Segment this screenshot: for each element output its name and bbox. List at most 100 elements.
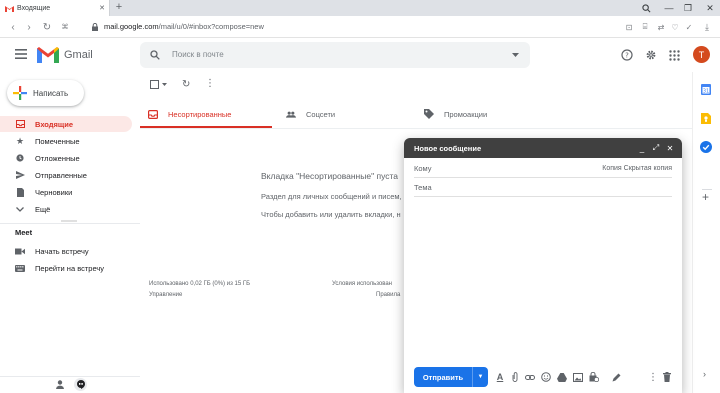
sidebar-item-snoozed[interactable]: Отложенные [0,150,132,166]
new-tab-button[interactable]: + [113,2,125,14]
tasks-icon[interactable] [700,141,712,153]
minimize-window-button[interactable]: — [659,0,679,16]
browser-tab-inbox[interactable]: Входящие ✕ [0,0,110,16]
meet-start-meeting[interactable]: Начать встречу [0,243,132,259]
subject-field[interactable]: Тема [414,179,672,197]
gmail-favicon-icon [4,3,14,13]
sidebar-item-inbox[interactable]: Входящие [0,116,132,132]
meet-item-label: Перейти на встречу [35,263,105,273]
tab-label: Несортированные [168,109,232,119]
sidebar-item-drafts[interactable]: Черновики [0,184,132,200]
gmail-logo-icon[interactable] [37,47,59,63]
apps-grid-icon[interactable] [669,50,680,61]
divider [0,223,140,224]
select-options-icon[interactable] [162,83,167,86]
search-icon[interactable] [150,50,160,60]
close-tab-icon[interactable]: ✕ [99,4,105,12]
divider [140,128,692,129]
reload-icon[interactable]: ↻ [40,20,54,34]
compose-button[interactable]: Написать [7,80,84,106]
search-input[interactable]: Поиск в почте [140,42,530,68]
sidebar-item-label: Отложенные [35,153,80,163]
manage-storage-link[interactable]: Управление [149,292,182,298]
send-button[interactable]: Отправить ▼ [414,367,488,387]
avatar-letter: Т [698,49,705,60]
main-menu-icon[interactable] [15,49,27,59]
search-options-icon[interactable] [512,53,519,57]
back-icon[interactable]: ‹ [6,20,20,34]
formatting-icon[interactable]: A [494,371,506,383]
cc-bcc-links[interactable]: Копия Скрытая копия [602,165,672,172]
tab-label: Соцсети [306,109,336,119]
help-icon[interactable]: ? [621,49,633,61]
calendar-icon[interactable]: 31 [701,84,711,96]
meet-join-meeting[interactable]: Перейти на встречу [0,260,132,276]
bookmark-icon[interactable]: ✓ [682,20,696,34]
avatar[interactable]: Т [693,46,710,63]
sidebar-item-sent[interactable]: Отправленные [0,167,132,183]
tab-label: Промоакции [444,109,488,119]
fullscreen-icon[interactable]: ⤢ [650,142,662,154]
emoji-icon[interactable] [540,371,552,383]
more-vertical-icon[interactable]: ⋮ [205,79,215,89]
sidebar-item-label: Ещё [35,204,51,214]
maximize-window-button[interactable]: ❐ [678,0,698,16]
sidebar-item-label: Помеченные [35,136,80,146]
person-icon[interactable] [56,380,64,389]
tab-primary[interactable]: Несортированные [140,100,272,128]
url-field[interactable]: mail.google.com/mail/u/0/#inbox?compose=… [104,22,264,31]
attach-icon[interactable] [509,371,521,383]
people-icon [286,109,296,119]
more-options-icon[interactable]: ⋮ [647,371,659,383]
refresh-icon[interactable]: ↻ [182,79,190,90]
send-icon [15,170,25,180]
to-field[interactable]: Кому Копия Скрытая копия [414,160,672,178]
send-button-label[interactable]: Отправить [414,367,472,387]
empty-state-text: Чтобы добавить или удалить вкладки, н [261,210,401,219]
close-icon[interactable]: ✕ [664,142,676,154]
translate-icon[interactable]: ⇄ [654,20,668,34]
tab-promotions[interactable]: Промоакции [416,100,546,128]
confidential-mode-icon[interactable] [588,371,600,383]
message-body[interactable] [414,200,672,360]
to-label: Кому [414,164,432,173]
keep-icon[interactable] [701,113,711,124]
forward-icon[interactable]: › [22,20,36,34]
link-icon[interactable] [524,371,536,383]
heart-icon[interactable]: ♡ [668,20,682,34]
search-tabs-icon[interactable] [636,0,656,16]
send-options-icon[interactable]: ▼ [472,367,488,387]
select-all-checkbox[interactable] [150,80,159,89]
camera-icon[interactable]: ⌸ [638,20,652,34]
signature-icon[interactable] [610,371,622,383]
close-window-button[interactable]: ✕ [700,0,720,16]
video-icon [15,246,25,256]
sidebar-item-more[interactable]: Ещё [0,201,132,217]
sidebar-item-label: Входящие [35,119,74,129]
empty-state-text: Раздел для личных сообщений и писем, [261,192,402,201]
keyboard-icon [15,263,25,273]
add-addon-icon[interactable]: + [702,191,709,203]
download-icon[interactable]: ⤓ [700,20,714,34]
extensions-icon[interactable]: ⌘ [58,20,72,34]
storage-usage: Использовано 0,02 ГБ (0%) из 15 ГБ [149,281,251,287]
terms-link[interactable]: Условия использован [332,281,392,287]
chevron-down-icon [15,204,25,214]
tag-icon [424,109,434,119]
sidebar-resize-handle[interactable] [61,220,77,222]
drive-icon[interactable] [556,371,568,383]
minimize-icon[interactable]: _ [636,142,648,154]
compose-header[interactable]: Новое сообщение _ ⤢ ✕ [404,138,682,158]
chevron-right-icon[interactable]: › [703,369,706,379]
sidebar-item-label: Черновики [35,187,73,197]
screenshot-icon[interactable]: ⊡ [622,20,636,34]
clock-icon [15,153,25,163]
hangouts-icon[interactable] [74,378,87,391]
insert-photo-icon[interactable] [572,371,584,383]
discard-draft-icon[interactable] [661,371,673,383]
sidebar-item-starred[interactable]: ★ Помеченные [0,133,132,149]
program-policies-link[interactable]: Правила [376,292,400,298]
tab-social[interactable]: Соцсети [278,100,408,128]
browser-tab-bar: Входящие ✕ + — ❐ ✕ [0,0,720,16]
settings-gear-icon[interactable] [645,49,657,61]
